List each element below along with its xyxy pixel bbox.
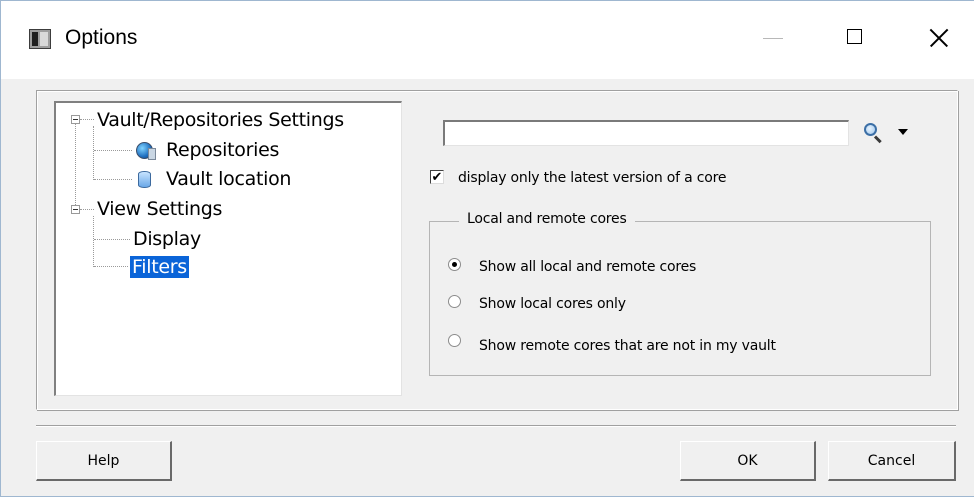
tree-connector	[93, 126, 94, 180]
footer-separator	[36, 425, 956, 427]
tree-node-display[interactable]: Display	[133, 228, 201, 250]
radio-local-only[interactable]	[448, 295, 461, 308]
radio-remote-not-in-vault-label[interactable]: Show remote cores that are not in my vau…	[479, 338, 776, 354]
title-bar: Options	[1, 1, 974, 79]
cancel-button[interactable]: Cancel	[828, 441, 956, 481]
radio-show-all[interactable]	[448, 258, 461, 271]
close-button[interactable]	[925, 23, 955, 53]
tree-connector	[94, 179, 132, 180]
tree-connector	[80, 209, 94, 210]
latest-version-checkbox[interactable]: ✔	[430, 170, 444, 184]
ok-button[interactable]: OK	[680, 441, 816, 481]
tree-node-view-settings[interactable]: View Settings	[97, 198, 222, 220]
latest-version-label[interactable]: display only the latest version of a cor…	[458, 170, 726, 186]
app-icon	[29, 29, 51, 49]
maximize-button[interactable]	[841, 23, 871, 53]
collapse-toggle[interactable]	[71, 115, 80, 124]
radio-show-all-label[interactable]: Show all local and remote cores	[479, 259, 696, 275]
collapse-toggle[interactable]	[71, 205, 80, 214]
tree-connector	[94, 150, 132, 151]
tree-node-filters[interactable]: Filters	[130, 256, 189, 278]
tree-node-repositories[interactable]: Repositories	[166, 139, 279, 161]
tree-node-vault-repositories-settings[interactable]: Vault/Repositories Settings	[97, 109, 344, 131]
globe-icon	[136, 142, 156, 160]
radio-local-only-label[interactable]: Show local cores only	[479, 296, 626, 312]
minimize-button[interactable]	[759, 23, 789, 53]
database-icon	[138, 171, 151, 188]
tree-connector	[75, 124, 76, 213]
radio-remote-not-in-vault[interactable]	[448, 334, 461, 347]
window-title: Options	[65, 26, 138, 49]
chevron-down-icon[interactable]	[898, 129, 908, 135]
tree-node-vault-location[interactable]: Vault location	[166, 168, 291, 190]
tree-connector	[93, 216, 94, 267]
search-icon[interactable]	[864, 123, 884, 144]
search-input[interactable]	[443, 120, 849, 146]
tree-connector	[94, 266, 128, 267]
tree-connector	[80, 119, 94, 120]
tree-connector	[94, 239, 130, 240]
cores-groupbox-title: Local and remote cores	[459, 211, 635, 227]
help-button[interactable]: Help	[36, 441, 172, 481]
